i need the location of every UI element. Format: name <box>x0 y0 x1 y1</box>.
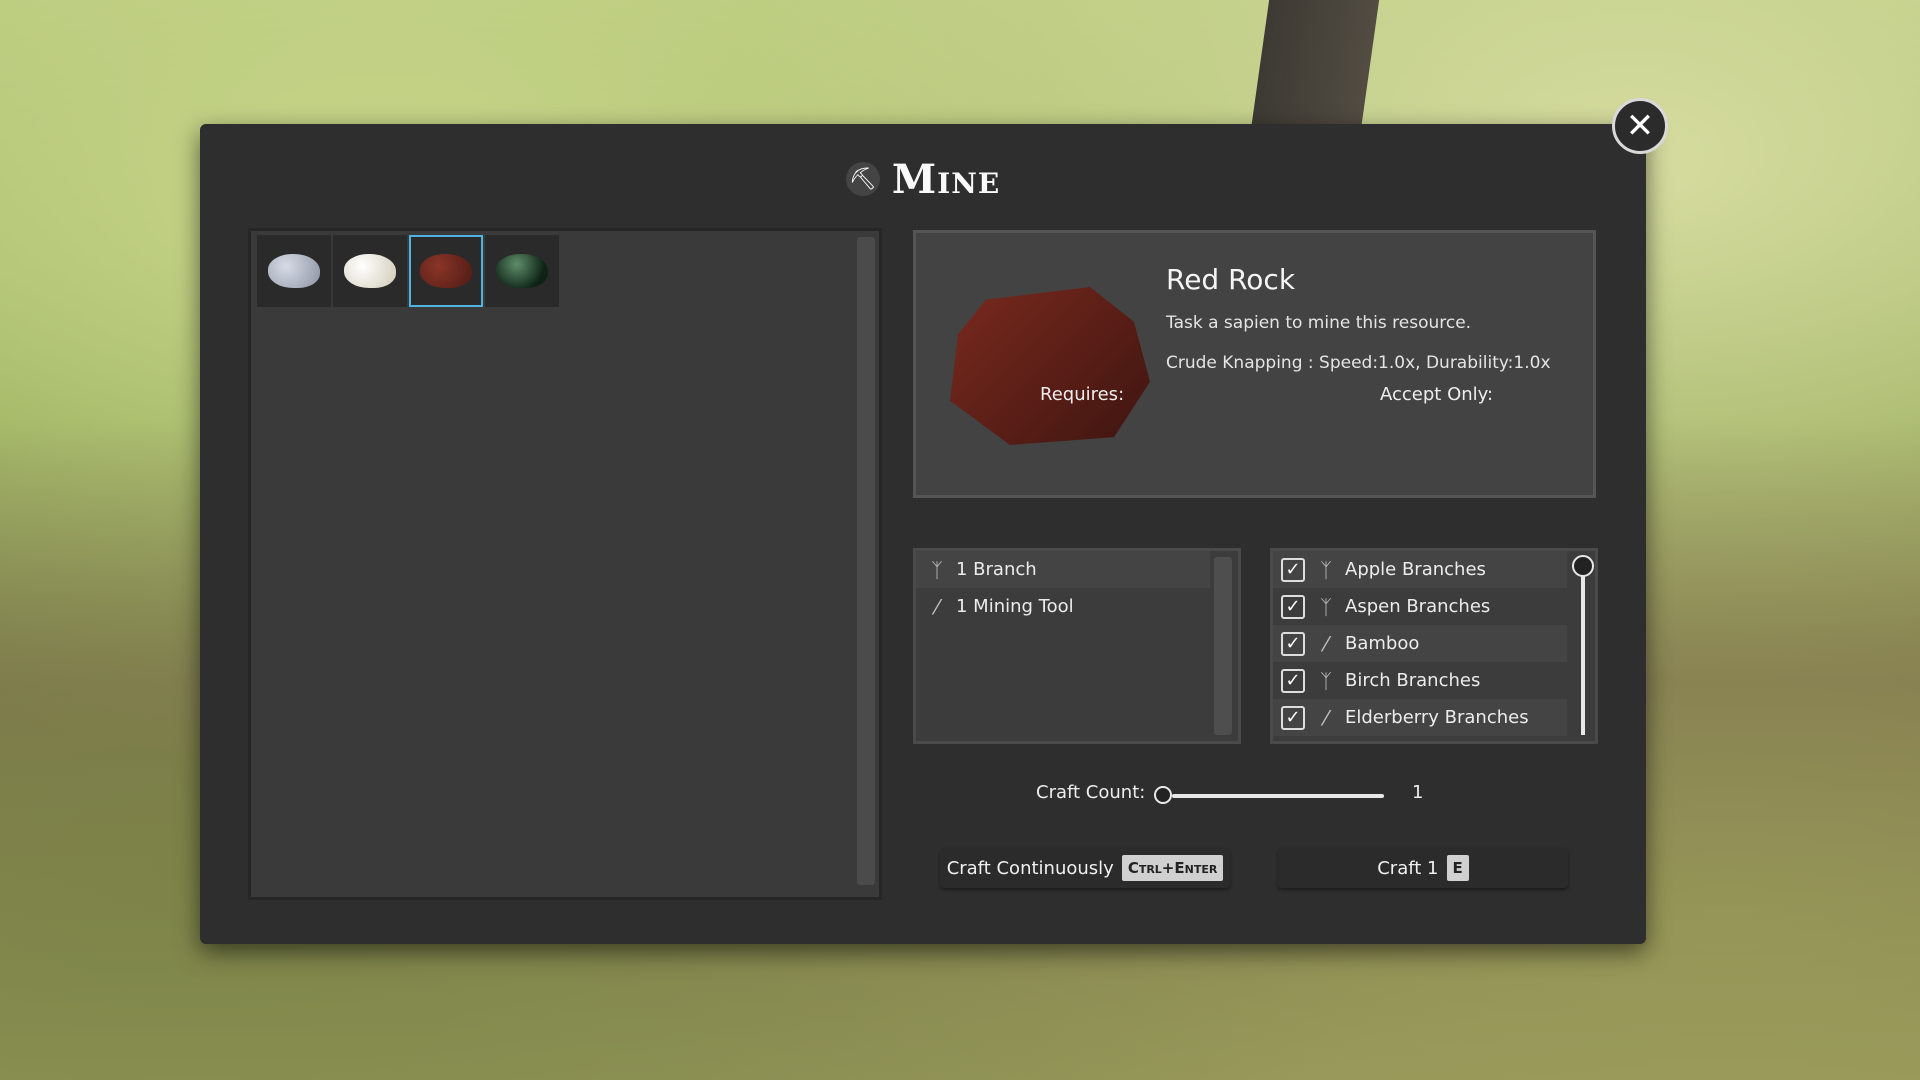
requires-item: ⁄ 1 Mining Tool <box>916 588 1210 625</box>
mining-tool-icon: ⁄ <box>935 594 939 619</box>
dialog-title: Mine <box>891 155 1001 203</box>
craft-continuously-label: Craft Continuously <box>946 857 1114 879</box>
resource-title: Red Rock <box>1166 263 1296 296</box>
accept-item-birch-branches[interactable]: ✓ ᛉ Birch Branches <box>1273 662 1567 699</box>
branch-icon: ⁄ <box>1324 705 1328 730</box>
craft-count-value: 1 <box>1412 782 1424 803</box>
pickaxe-icon: ⛏ <box>845 162 880 196</box>
resource-knapping-stats: Crude Knapping : Speed:1.0x, Durability:… <box>1166 353 1551 373</box>
resource-list-pane <box>248 228 882 900</box>
accept-item-label: Birch Branches <box>1345 670 1481 691</box>
branch-icon: ᛉ <box>1320 668 1332 693</box>
checkbox-checked-icon[interactable]: ✓ <box>1281 631 1305 656</box>
craft-button[interactable]: Craft 1 E <box>1278 848 1568 888</box>
checkbox-checked-icon[interactable]: ✓ <box>1281 705 1305 730</box>
craft-continuously-button[interactable]: Craft Continuously Ctrl+Enter <box>940 848 1230 888</box>
resource-slot-white-rock[interactable] <box>333 235 407 307</box>
branch-icon: ᛉ <box>1320 594 1332 619</box>
red-rock-preview-image <box>950 287 1150 445</box>
green-rock-icon <box>496 254 548 288</box>
white-rock-icon <box>344 254 396 288</box>
close-button[interactable]: ✕ <box>1612 98 1668 154</box>
checkbox-checked-icon[interactable]: ✓ <box>1281 668 1305 693</box>
red-rock-icon <box>420 254 472 288</box>
requires-item-label: 1 Mining Tool <box>956 596 1074 617</box>
checkbox-checked-icon[interactable]: ✓ <box>1281 557 1305 582</box>
resource-description: Task a sapien to mine this resource. <box>1166 313 1472 333</box>
requires-item-label: 1 Branch <box>956 559 1037 580</box>
craft-count-slider-track[interactable] <box>1172 794 1384 798</box>
requires-header: Requires: <box>1040 384 1125 405</box>
branch-icon: ᛉ <box>931 557 943 582</box>
accept-item-label: Apple Branches <box>1345 559 1486 580</box>
accept-list-scrollbar[interactable] <box>1581 557 1585 735</box>
accept-only-header: Accept Only: <box>1380 384 1494 405</box>
accept-item-bamboo[interactable]: ✓ ⁄ Bamboo <box>1273 625 1567 662</box>
mine-dialog: ⛏ Mine Red Rock Task a sapien to mine th… <box>200 124 1646 944</box>
requires-item: ᛉ 1 Branch <box>916 551 1210 588</box>
resource-detail-panel: Red Rock Task a sapien to mine this reso… <box>913 230 1596 498</box>
resource-list-scrollbar[interactable] <box>857 237 875 885</box>
keybind-hint: Ctrl+Enter <box>1121 855 1224 881</box>
close-icon: ✕ <box>1625 106 1655 146</box>
grey-rock-icon <box>268 254 320 288</box>
accept-list-scroll-knob[interactable] <box>1572 555 1594 577</box>
resource-slot-green-rock[interactable] <box>485 235 559 307</box>
accept-item-aspen-branches[interactable]: ✓ ᛉ Aspen Branches <box>1273 588 1567 625</box>
requires-list-scrollbar[interactable] <box>1214 557 1232 735</box>
accept-item-label: Bamboo <box>1345 633 1420 654</box>
bamboo-icon: ⁄ <box>1324 631 1328 656</box>
background-tree-trunk <box>1250 0 1380 130</box>
dialog-header: ⛏ Mine <box>200 154 1646 204</box>
resource-slot-grey-rock[interactable] <box>257 235 331 307</box>
resource-slot-red-rock[interactable] <box>409 235 483 307</box>
resource-slots <box>257 235 561 307</box>
accept-item-label: Aspen Branches <box>1345 596 1491 617</box>
accept-item-apple-branches[interactable]: ✓ ᛉ Apple Branches <box>1273 551 1567 588</box>
accept-item-elderberry-branches[interactable]: ✓ ⁄ Elderberry Branches <box>1273 699 1567 736</box>
craft-count-slider-knob[interactable] <box>1154 786 1172 804</box>
requires-list: ᛉ 1 Branch ⁄ 1 Mining Tool <box>913 548 1241 744</box>
accept-item-label: Elderberry Branches <box>1345 707 1529 728</box>
craft-count-label: Craft Count: <box>1036 782 1146 803</box>
branch-icon: ᛉ <box>1320 557 1332 582</box>
accept-only-list: ✓ ᛉ Apple Branches ✓ ᛉ Aspen Branches ✓ … <box>1270 548 1598 744</box>
keybind-hint: E <box>1446 855 1469 881</box>
checkbox-checked-icon[interactable]: ✓ <box>1281 594 1305 619</box>
craft-button-label: Craft 1 <box>1377 857 1439 879</box>
